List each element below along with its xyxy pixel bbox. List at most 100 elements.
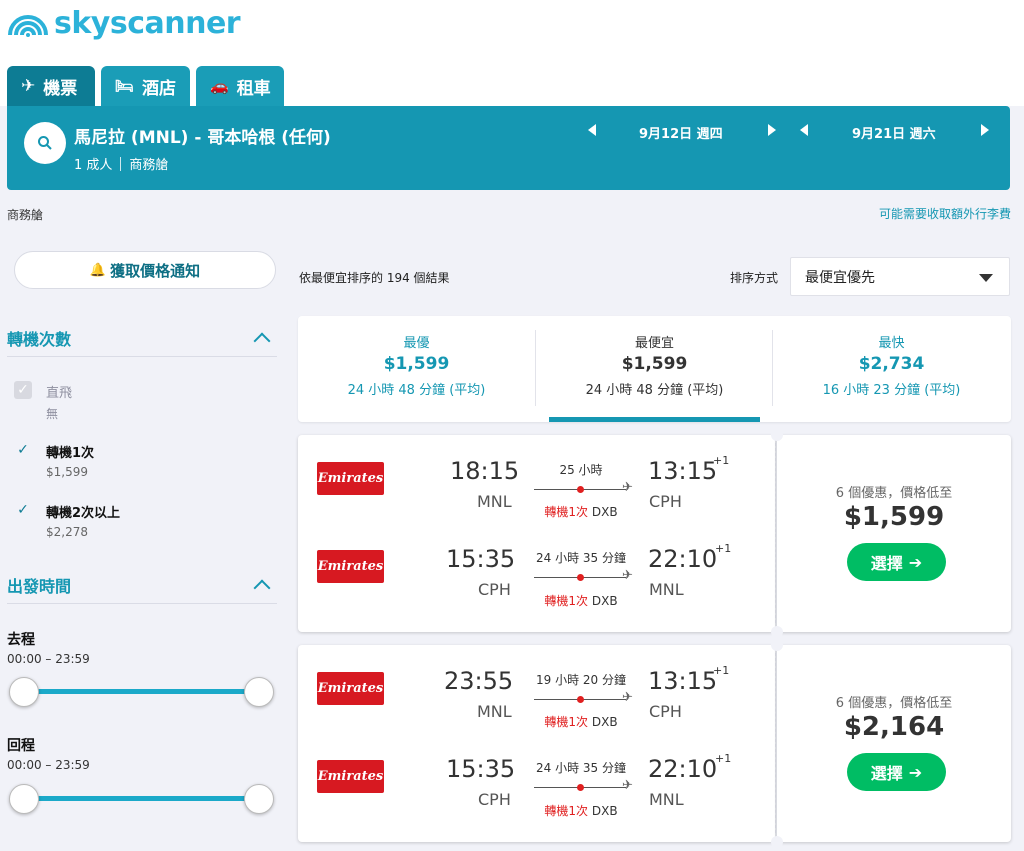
skyscanner-logo[interactable]: skyscanner [6,6,241,41]
search-summary-bar[interactable]: 馬尼拉 (MNL) - 哥本哈根 (任何) 1 成人 商務艙 9月12日 週四 … [7,106,1010,190]
divider [120,156,122,171]
stops-option-label: 轉機1次 [46,446,95,461]
price-alert-button[interactable]: 🔔 獲取價格通知 [14,251,276,289]
stop-dot [577,574,584,581]
passenger-summary: 1 成人 商務艙 [74,154,168,173]
stop-dot [577,784,584,791]
tab-car-hire[interactable]: 🚗 租車 [196,66,284,106]
baggage-fees-link[interactable]: 可能需要收取額外行李費 [879,205,1011,222]
arrival-airport: MNL [649,580,684,599]
outbound-slider-start-handle[interactable] [9,677,39,707]
tab-label: 酒店 [142,78,177,99]
divider [775,653,776,833]
plane-icon: ✈ [622,690,633,705]
checkbox-direct[interactable]: ✓ [14,381,32,399]
checkbox-one-stop[interactable]: ✓ [14,441,32,459]
price-block: 6 個優惠，價格低至 $1,599 選擇 ➔ [777,435,1011,632]
outbound-slider-end-handle[interactable] [244,677,274,707]
price-alert-label: 獲取價格通知 [110,261,201,280]
sort-tab-title: 最優 [403,336,430,351]
search-icon [38,136,52,150]
emirates-logo: Emirates [317,550,384,583]
return-next-date-button[interactable] [981,124,989,136]
flight-duration: 24 小時 35 分鐘 [536,761,626,775]
return-time-slider[interactable] [20,796,260,801]
departure-airport: MNL [477,702,512,721]
depart-date[interactable]: 9月12日 週四 [639,123,723,142]
stops-option-label: 轉機2次以上 [46,506,121,521]
arrival-airport: MNL [649,790,684,809]
route-title: 馬尼拉 (MNL) - 哥本哈根 (任何) [74,128,331,148]
search-button[interactable] [24,122,66,164]
arrival-airport: CPH [649,702,682,721]
select-button[interactable]: 選擇 ➔ [847,753,946,791]
return-slider-end-handle[interactable] [244,784,274,814]
depart-prev-date-button[interactable] [588,124,596,136]
sort-tab-fastest[interactable]: 最快 $2,734 16 小時 23 分鐘 (平均) [773,316,1010,422]
emirates-logo: Emirates [317,760,384,793]
outbound-time-slider[interactable] [20,689,260,694]
stops-summary: 轉機1次 DXB [533,592,629,609]
return-slider-start-handle[interactable] [9,784,39,814]
checkbox-two-plus-stops[interactable]: ✓ [14,501,32,519]
cabin-class: 商務艙 [129,158,169,173]
chevron-up-icon[interactable] [253,332,271,350]
arrival-airport: CPH [649,492,682,511]
active-tab-indicator [549,417,760,422]
deals-summary: 6 個優惠，價格低至 [835,696,953,711]
return-date[interactable]: 9月21日 週六 [852,123,936,142]
bed-icon: 🛏 [115,77,135,95]
arrow-right-icon: ➔ [908,552,923,572]
result-card[interactable]: Emirates 23:55 MNL 19 小時 20 分鐘 ✈ 轉機1次 DX… [298,639,1011,848]
departure-time: 15:35 [446,755,516,783]
tab-label: 機票 [43,78,78,99]
sort-tab-price: $1,599 [621,354,688,374]
sort-tab-duration: 24 小時 48 分鐘 (平均) [585,383,724,398]
select-label: 選擇 [870,554,903,573]
select-label: 選擇 [870,764,903,783]
stops-option-price: 無 [46,407,59,421]
flight-duration: 25 小時 [559,463,603,477]
outbound-label: 去程 [7,632,35,648]
depart-next-date-button[interactable] [768,124,776,136]
plane-icon: ✈ [622,480,633,495]
price: $1,599 [843,502,945,532]
select-button[interactable]: 選擇 ➔ [847,543,946,581]
result-card[interactable]: Emirates 18:15 MNL 25 小時 ✈ 轉機1次 DXB 13:1… [298,429,1011,638]
via-airport: DXB [591,594,618,608]
sort-tabs: 最優 $1,599 24 小時 48 分鐘 (平均) 最便宜 $1,599 24… [298,316,1011,422]
stops-filter-title[interactable]: 轉機次數 [7,326,71,350]
flight-duration: 24 小時 35 分鐘 [536,551,626,565]
sort-tab-duration: 24 小時 48 分鐘 (平均) [347,383,486,398]
return-prev-date-button[interactable] [800,124,808,136]
chevron-up-icon[interactable] [253,579,271,597]
tab-hotels[interactable]: 🛏 酒店 [101,66,190,106]
divider [7,603,277,604]
sort-select[interactable]: 最便宜優先 [790,257,1010,296]
car-icon: 🚗 [210,77,229,95]
arrival-time: 13:15 [648,457,718,485]
stops-summary: 轉機1次 DXB [533,503,629,520]
arrow-right-icon: ➔ [908,762,923,782]
departure-times-title[interactable]: 出發時間 [7,573,71,597]
cabin-label: 商務艙 [7,208,44,222]
stops-option-price: $2,278 [46,525,88,539]
stops-summary: 轉機1次 DXB [533,713,629,730]
stops-count: 轉機1次 [544,505,589,519]
stops-summary: 轉機1次 DXB [533,802,629,819]
plane-icon: ✈ [622,568,633,583]
arrival-time: 22:10 [648,545,718,573]
departure-time: 15:35 [446,545,516,573]
departure-airport: MNL [477,492,512,511]
sort-tab-best[interactable]: 最優 $1,599 24 小時 48 分鐘 (平均) [298,316,535,422]
departure-airport: CPH [478,790,511,809]
sort-tab-cheapest[interactable]: 最便宜 $1,599 24 小時 48 分鐘 (平均) [536,316,773,422]
departure-time: 23:55 [444,667,514,695]
stop-dot [577,696,584,703]
plane-icon: ✈ [21,76,36,96]
flight-duration: 19 小時 20 分鐘 [536,673,626,687]
stops-count: 轉機1次 [544,715,589,729]
tab-flights[interactable]: ✈ 機票 [7,66,95,106]
return-label: 回程 [7,738,35,754]
via-airport: DXB [591,505,618,519]
